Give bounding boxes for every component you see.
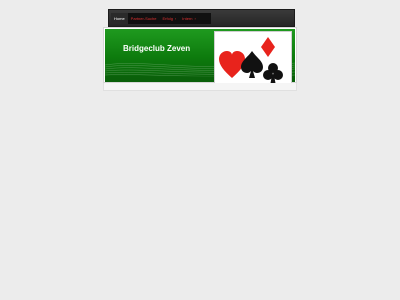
chevron-right-icon: › [194,16,196,21]
website-container: Home Partner-Suche Erfolg › Intern › Bri… [103,9,297,91]
menu-item-label: Home [114,16,125,21]
card-suits-emblem [214,31,292,91]
menu-item-erfolg[interactable]: Erfolg › [159,13,179,24]
chevron-right-icon: › [174,16,177,21]
top-navigation-bar: Home Partner-Suche Erfolg › Intern › [108,9,295,27]
menu-item-label: Erfolg [162,16,173,21]
spade-icon [241,51,263,78]
heart-icon [219,51,245,78]
menu-item-intern[interactable]: Intern › [179,13,199,24]
main-menu: Home Partner-Suche Erfolg › Intern › [111,13,211,24]
menu-item-label: Partner-Suche [130,16,157,21]
diamond-icon [261,37,275,57]
menu-item-partner-suche[interactable]: Partner-Suche [128,13,160,24]
menu-item-home[interactable]: Home [111,13,128,24]
header-bottom-strip [103,83,297,91]
site-title[interactable]: Bridgeclub Zeven [123,44,190,53]
menu-item-label: Intern [182,16,193,21]
site-header: Bridgeclub Zeven [103,27,297,91]
card-suits-graphic [219,37,283,86]
